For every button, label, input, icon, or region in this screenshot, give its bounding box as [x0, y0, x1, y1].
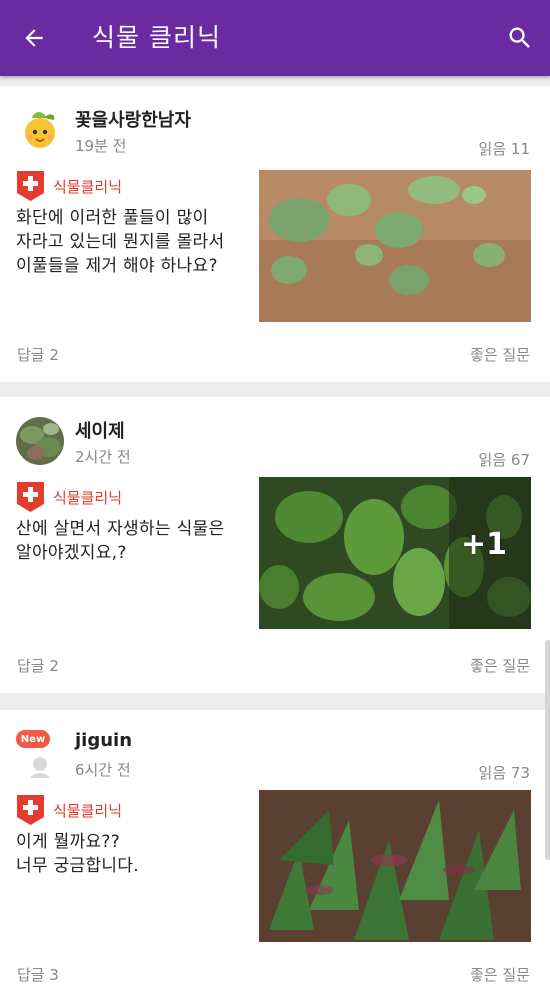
- category-badge: 식물클리닉: [17, 482, 122, 512]
- reply-count[interactable]: 답글 2: [17, 655, 59, 676]
- page-title: 식물 클리닉: [92, 23, 221, 52]
- question-text[interactable]: 산에 살면서 자생하는 식물은 알아야겠지요,?: [16, 517, 246, 565]
- username[interactable]: jiguin: [75, 730, 132, 751]
- category-badge: 식물클리닉: [17, 795, 122, 825]
- avatar[interactable]: [16, 106, 64, 154]
- good-question-button[interactable]: 좋은 질문: [470, 344, 530, 365]
- app-bar: 식물 클리닉: [0, 0, 550, 76]
- back-button[interactable]: [12, 16, 56, 60]
- post-card[interactable]: 세이제 2시간 전 읽음 67 식물클리닉 산에 살면서 자생하는 식물은 알아…: [0, 397, 550, 693]
- post-time: 2시간 전: [75, 448, 131, 466]
- question-text[interactable]: 화단에 이러한 풀들이 많이 자라고 있는데 뭔지를 몰라서 이풀들을 제거 해…: [16, 206, 246, 278]
- post-photo[interactable]: [259, 790, 531, 942]
- read-count: 읽음 73: [478, 764, 530, 782]
- search-icon: [509, 27, 530, 48]
- read-count: 읽음 67: [478, 451, 530, 469]
- username[interactable]: 꽃을사랑한남자: [75, 106, 191, 132]
- post-card[interactable]: New jiguin 6시간 전 읽음 73 식물클리닉 이게 뭘까요?? 너무…: [0, 710, 550, 999]
- category-label: 식물클리닉: [53, 801, 123, 820]
- search-button[interactable]: [498, 16, 542, 60]
- post-photo[interactable]: [259, 170, 531, 322]
- avatar[interactable]: New: [16, 730, 64, 780]
- category-badge: 식물클리닉: [17, 171, 122, 201]
- arrow-back-icon: [25, 29, 43, 47]
- good-question-button[interactable]: 좋은 질문: [470, 655, 530, 676]
- scrollbar[interactable]: [545, 640, 550, 860]
- read-count: 읽음 11: [478, 140, 530, 158]
- question-text[interactable]: 이게 뭘까요?? 너무 궁금합니다.: [16, 830, 246, 878]
- new-badge: New: [16, 730, 50, 748]
- avatar[interactable]: [16, 417, 64, 465]
- red-cross-badge-icon: [17, 795, 44, 825]
- more-photos-count: +1: [460, 527, 507, 562]
- category-label: 식물클리닉: [53, 177, 123, 196]
- post-card[interactable]: 꽃을사랑한남자 19분 전 읽음 11 식물클리닉 화단에 이러한 풀들이 많이…: [0, 86, 550, 382]
- reply-count[interactable]: 답글 2: [17, 344, 59, 365]
- post-photo[interactable]: +1: [259, 477, 531, 629]
- post-time: 6시간 전: [75, 761, 131, 779]
- red-cross-badge-icon: [17, 171, 44, 201]
- post-time: 19분 전: [75, 137, 127, 155]
- category-label: 식물클리닉: [53, 488, 123, 507]
- red-cross-badge-icon: [17, 482, 44, 512]
- username[interactable]: 세이제: [75, 417, 125, 443]
- reply-count[interactable]: 답글 3: [17, 964, 59, 985]
- good-question-button[interactable]: 좋은 질문: [470, 964, 530, 985]
